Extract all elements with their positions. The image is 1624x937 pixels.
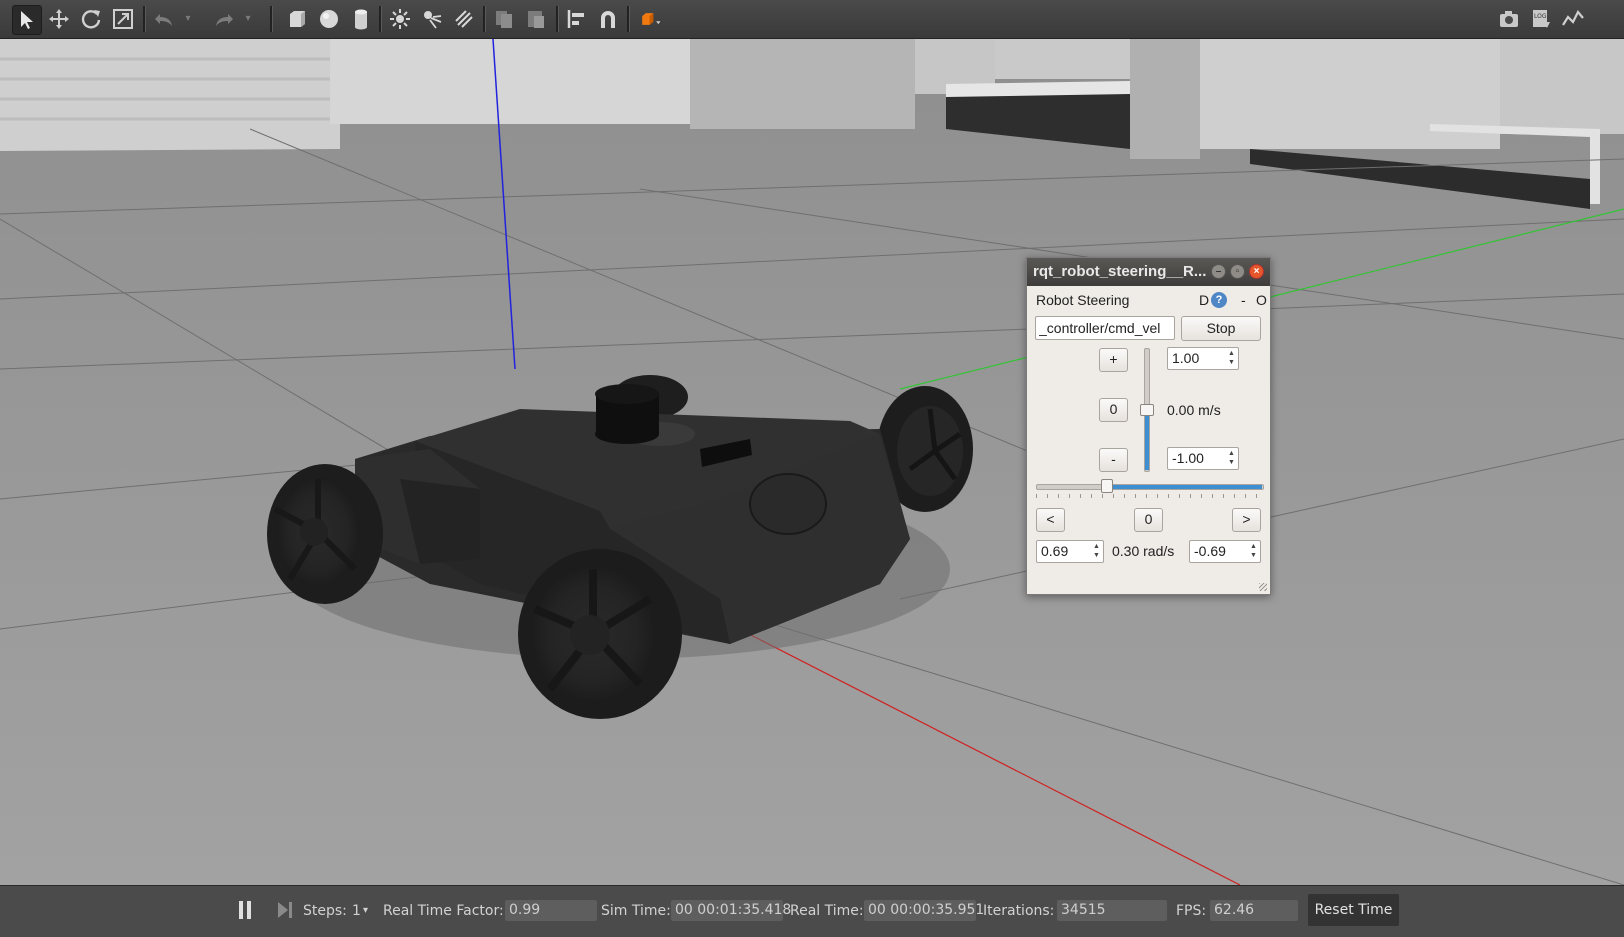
- linear-velocity-slider[interactable]: [1140, 348, 1154, 472]
- angular-velocity-slider[interactable]: [1036, 479, 1264, 499]
- resize-grip-icon[interactable]: [1259, 583, 1267, 591]
- stop-button[interactable]: Stop: [1181, 316, 1261, 341]
- wheel-front-right: [518, 549, 682, 719]
- step-forward-icon[interactable]: [277, 900, 293, 920]
- steps-label: Steps:: [303, 903, 347, 919]
- plugin-close-button[interactable]: O: [1256, 290, 1267, 310]
- pause-icon[interactable]: [238, 900, 254, 920]
- angular-right-button[interactable]: >: [1232, 508, 1261, 532]
- fps-label: FPS:: [1176, 903, 1207, 919]
- real-time-label: Real Time:: [790, 903, 864, 919]
- wheel-front-left: [267, 464, 383, 604]
- cylinder-shape-icon[interactable]: [347, 5, 375, 33]
- svg-text:LOG: LOG: [1534, 13, 1547, 20]
- scale-icon[interactable]: [109, 5, 137, 33]
- spin-arrows-icon[interactable]: ▲ ▼: [1226, 449, 1237, 468]
- log-icon[interactable]: LOG: [1527, 5, 1555, 33]
- plugin-title: Robot Steering: [1036, 292, 1130, 308]
- sim-time-label: Sim Time:: [601, 903, 671, 919]
- linear-zero-button[interactable]: 0: [1099, 398, 1128, 422]
- rotate-icon[interactable]: [77, 5, 105, 33]
- undo-icon[interactable]: [150, 5, 178, 33]
- real-time-field: 00 00:00:35.951: [864, 900, 984, 921]
- linear-increase-button[interactable]: +: [1099, 348, 1128, 372]
- undo-dropdown-icon[interactable]: ▾: [180, 5, 196, 33]
- plugin-minimize-button[interactable]: -: [1241, 290, 1246, 310]
- spin-arrows-icon[interactable]: ▲ ▼: [1091, 542, 1102, 561]
- maximize-window-icon[interactable]: ▫: [1230, 264, 1245, 279]
- real-time-factor-field: 0.99: [505, 900, 597, 921]
- angular-slider-handle[interactable]: [1100, 479, 1113, 493]
- angular-current-velocity: 0.30 rad/s: [1112, 543, 1175, 559]
- magnet-snap-icon[interactable]: [594, 5, 622, 33]
- linear-max-spinbox[interactable]: 1.00 ▲ ▼: [1167, 347, 1239, 370]
- spin-arrows-icon[interactable]: ▲ ▼: [1248, 542, 1259, 561]
- reset-time-button[interactable]: Reset Time: [1308, 894, 1399, 926]
- gazebo-toolbar: ▾ ▾ LOG: [0, 0, 1624, 39]
- translate-icon[interactable]: [45, 5, 73, 33]
- redo-dropdown-icon[interactable]: ▾: [240, 5, 256, 33]
- point-light-icon[interactable]: [386, 5, 414, 33]
- angular-zero-button[interactable]: 0: [1134, 508, 1163, 532]
- linear-min-spinbox[interactable]: -1.00 ▲ ▼: [1167, 447, 1239, 470]
- align-icon[interactable]: [563, 5, 591, 33]
- spin-arrows-icon[interactable]: ▲ ▼: [1226, 349, 1237, 368]
- close-window-icon[interactable]: ×: [1249, 264, 1264, 279]
- spot-light-icon[interactable]: [418, 5, 446, 33]
- copy-icon[interactable]: [490, 5, 518, 33]
- help-icon[interactable]: ?: [1211, 292, 1227, 308]
- scene-render: [0, 39, 1624, 885]
- sim-time-field: 00 00:01:35.418: [671, 900, 791, 921]
- linear-current-velocity: 0.00 m/s: [1167, 402, 1221, 418]
- angular-max-spinbox[interactable]: 0.69 ▲ ▼: [1036, 540, 1104, 563]
- select-arrow-icon[interactable]: [12, 5, 42, 35]
- angular-max-value: 0.69: [1041, 543, 1069, 559]
- minimize-window-icon[interactable]: –: [1211, 264, 1226, 279]
- directional-light-icon[interactable]: [450, 5, 478, 33]
- simulation-viewport[interactable]: [0, 39, 1624, 885]
- linear-min-value: -1.00: [1172, 450, 1204, 466]
- angular-min-value: -0.69: [1194, 543, 1226, 559]
- view-angle-icon[interactable]: [634, 5, 668, 33]
- plot-icon[interactable]: [1559, 5, 1587, 33]
- linear-max-value: 1.00: [1172, 350, 1200, 366]
- angular-min-spinbox[interactable]: -0.69 ▲ ▼: [1189, 540, 1261, 563]
- screenshot-icon[interactable]: [1495, 5, 1523, 33]
- iterations-field: 34515: [1057, 900, 1167, 921]
- real-time-factor-label: Real Time Factor:: [383, 903, 504, 919]
- iterations-label: Iterations:: [983, 903, 1055, 919]
- redo-icon[interactable]: [210, 5, 238, 33]
- steps-value[interactable]: 1: [352, 901, 361, 921]
- dock-d-button[interactable]: D: [1199, 290, 1209, 310]
- window-title: rqt_robot_steering__R...: [1033, 263, 1207, 280]
- topic-input[interactable]: [1035, 316, 1175, 340]
- steps-dropdown-icon[interactable]: ▾: [363, 901, 368, 921]
- angular-left-button[interactable]: <: [1036, 508, 1065, 532]
- sphere-shape-icon[interactable]: [315, 5, 343, 33]
- linear-slider-handle[interactable]: [1140, 404, 1154, 416]
- linear-decrease-button[interactable]: -: [1099, 448, 1128, 472]
- robot-steering-window: rqt_robot_steering__R... – ▫ × Robot Ste…: [1026, 257, 1271, 595]
- status-bar: Steps: 1 ▾ Real Time Factor: 0.99 Sim Ti…: [0, 885, 1624, 937]
- window-titlebar[interactable]: rqt_robot_steering__R... – ▫ ×: [1027, 258, 1270, 286]
- paste-icon[interactable]: [522, 5, 550, 33]
- fps-field: 62.46: [1210, 900, 1298, 921]
- box-shape-icon[interactable]: [283, 5, 311, 33]
